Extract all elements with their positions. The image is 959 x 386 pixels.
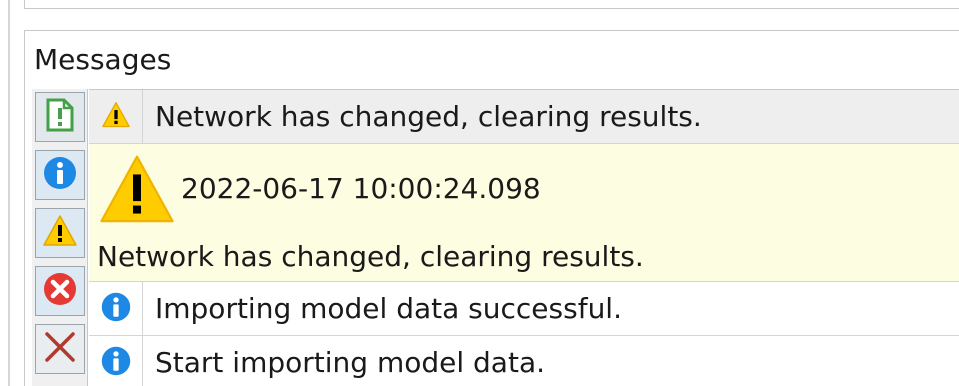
messages-title: Messages [34, 43, 172, 76]
message-row[interactable]: Start importing model data. [89, 336, 959, 386]
message-list[interactable]: Network has changed, clearing results. 2… [89, 89, 959, 386]
clear-messages-button[interactable] [35, 324, 85, 374]
info-icon [42, 155, 78, 195]
info-icon [100, 291, 132, 327]
warning-large-icon [97, 152, 177, 232]
message-detail-text: Network has changed, clearing results. [97, 240, 644, 273]
message-text: Importing model data successful. [155, 292, 622, 325]
messages-window: Messages Network has changed, clearing r… [0, 0, 959, 386]
message-row-selected[interactable]: Network has changed, clearing results. [89, 90, 959, 144]
clear-x-icon [43, 330, 77, 368]
filter-warning-button[interactable] [35, 208, 85, 258]
message-text: Start importing model data. [155, 346, 546, 379]
top-panel-edge [24, 0, 959, 9]
error-icon [42, 271, 78, 311]
message-list-icon [46, 98, 74, 136]
filter-toolbar [32, 89, 88, 386]
warning-icon [101, 101, 131, 133]
filter-info-button[interactable] [35, 150, 85, 200]
left-divider [8, 0, 10, 386]
message-text: Network has changed, clearing results. [155, 100, 702, 133]
filter-all-button[interactable] [35, 92, 85, 142]
row-icon-cell [89, 90, 143, 143]
warning-icon [42, 214, 78, 252]
message-row[interactable]: Importing model data successful. [89, 282, 959, 336]
row-icon-cell [89, 282, 143, 335]
message-detail-panel: 2022-06-17 10:00:24.098 Network has chan… [89, 144, 959, 282]
filter-error-button[interactable] [35, 266, 85, 316]
row-icon-cell [89, 336, 143, 386]
message-timestamp: 2022-06-17 10:00:24.098 [181, 172, 541, 205]
info-icon [100, 345, 132, 381]
